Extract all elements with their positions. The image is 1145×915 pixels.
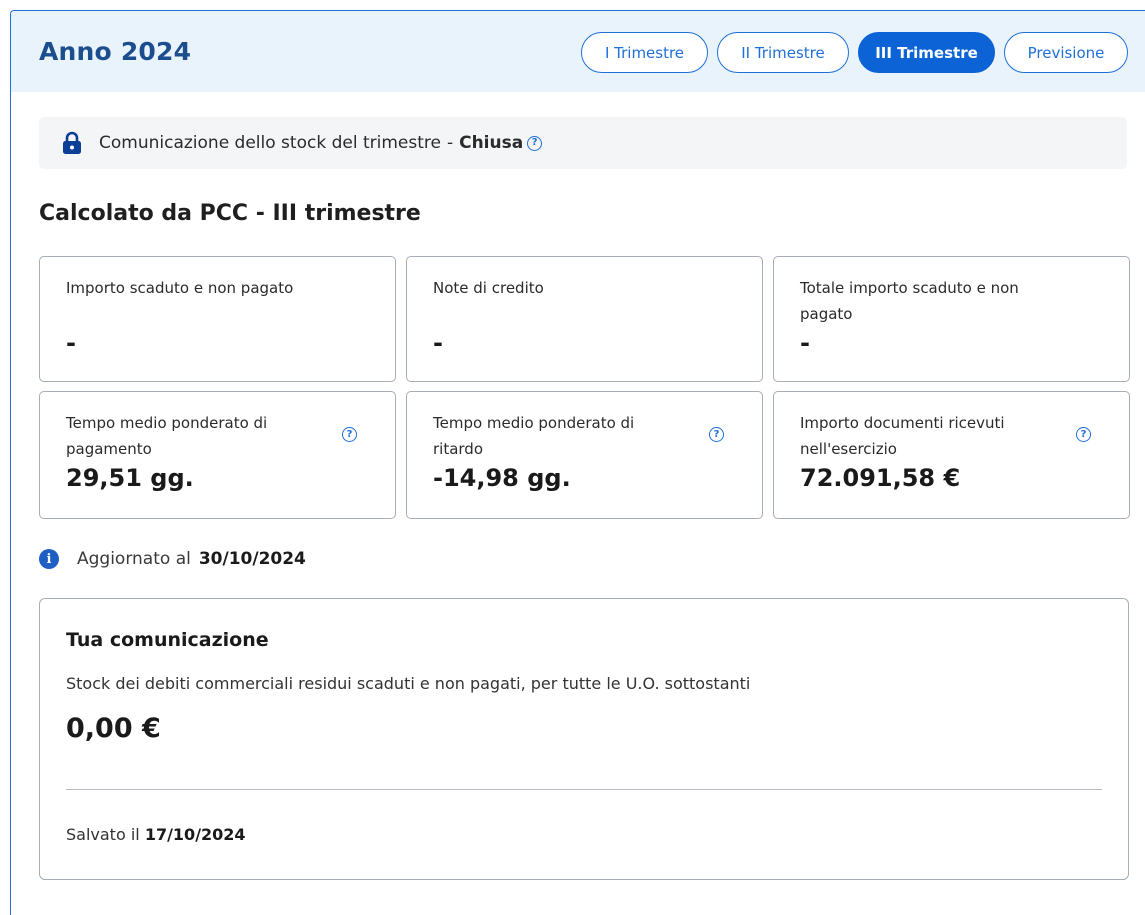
metric-label: Tempo medio ponderato di ritardo xyxy=(433,414,635,458)
page-title: Anno 2024 xyxy=(39,37,192,66)
lock-icon xyxy=(63,131,81,154)
metric-value: - xyxy=(433,329,443,357)
metric-card-importo-scaduto: Importo scaduto e non pagato - xyxy=(39,256,396,382)
communication-box: Tua comunicazione Stock dei debiti comme… xyxy=(39,598,1129,880)
communication-value: 0,00 € xyxy=(66,713,161,744)
metric-label: Note di credito xyxy=(433,279,544,297)
updated-date: 30/10/2024 xyxy=(198,549,306,569)
help-icon[interactable]: ? xyxy=(709,427,724,442)
saved-date: 17/10/2024 xyxy=(144,825,246,844)
updated-label: Aggiornato al xyxy=(77,549,191,569)
metric-card-note-credito: Note di credito - xyxy=(406,256,763,382)
divider xyxy=(66,789,1102,790)
tab-ii-trimestre[interactable]: II Trimestre xyxy=(717,32,849,73)
tab-iii-trimestre[interactable]: III Trimestre xyxy=(858,32,995,73)
status-text: Comunicazione dello stock del trimestre xyxy=(99,133,441,153)
main-content: Comunicazione dello stock del trimestre … xyxy=(11,92,1145,880)
metric-value: - xyxy=(800,329,810,357)
help-icon[interactable]: ? xyxy=(527,135,543,151)
metric-card-importo-documenti: Importo documenti ricevuti nell'esercizi… xyxy=(773,391,1130,519)
metric-value: 29,51 gg. xyxy=(66,464,194,492)
metric-label: Importo scaduto e non pagato xyxy=(66,279,294,297)
help-icon[interactable]: ? xyxy=(342,427,357,442)
status-bar: Comunicazione dello stock del trimestre … xyxy=(39,117,1127,169)
metric-card-tempo-ritardo: Tempo medio ponderato di ritardo ? -14,9… xyxy=(406,391,763,519)
status-separator: - xyxy=(446,133,454,153)
communication-description: Stock dei debiti commerciali residui sca… xyxy=(66,674,751,693)
year-panel: Anno 2024 I Trimestre II Trimestre III T… xyxy=(10,10,1145,915)
metric-value: -14,98 gg. xyxy=(433,464,571,492)
quarter-tabs: I Trimestre II Trimestre III Trimestre P… xyxy=(581,32,1128,73)
saved-label: Salvato il xyxy=(66,825,140,844)
metric-card-tempo-pagamento: Tempo medio ponderato di pagamento ? 29,… xyxy=(39,391,396,519)
updated-info: i Aggiornato al 30/10/2024 xyxy=(39,549,1127,569)
tab-previsione[interactable]: Previsione xyxy=(1004,32,1128,73)
communication-title: Tua comunicazione xyxy=(66,629,269,651)
tab-i-trimestre[interactable]: I Trimestre xyxy=(581,32,708,73)
info-icon: i xyxy=(39,549,59,569)
metrics-grid: Importo scaduto e non pagato - Note di c… xyxy=(39,256,1130,519)
section-title: Calcolato da PCC - III trimestre xyxy=(39,201,421,226)
metric-card-totale-scaduto: Totale importo scaduto e non pagato - xyxy=(773,256,1130,382)
metric-label: Totale importo scaduto e non pagato xyxy=(800,279,1019,323)
year-header: Anno 2024 I Trimestre II Trimestre III T… xyxy=(11,11,1145,92)
help-icon[interactable]: ? xyxy=(1076,427,1091,442)
metric-value: - xyxy=(66,329,76,357)
communication-saved: Salvato il 17/10/2024 xyxy=(66,825,246,844)
metric-label: Importo documenti ricevuti nell'esercizi… xyxy=(800,414,1005,458)
metric-label: Tempo medio ponderato di pagamento xyxy=(66,414,268,458)
metric-value: 72.091,58 € xyxy=(800,464,961,492)
status-state: Chiusa xyxy=(459,133,524,153)
